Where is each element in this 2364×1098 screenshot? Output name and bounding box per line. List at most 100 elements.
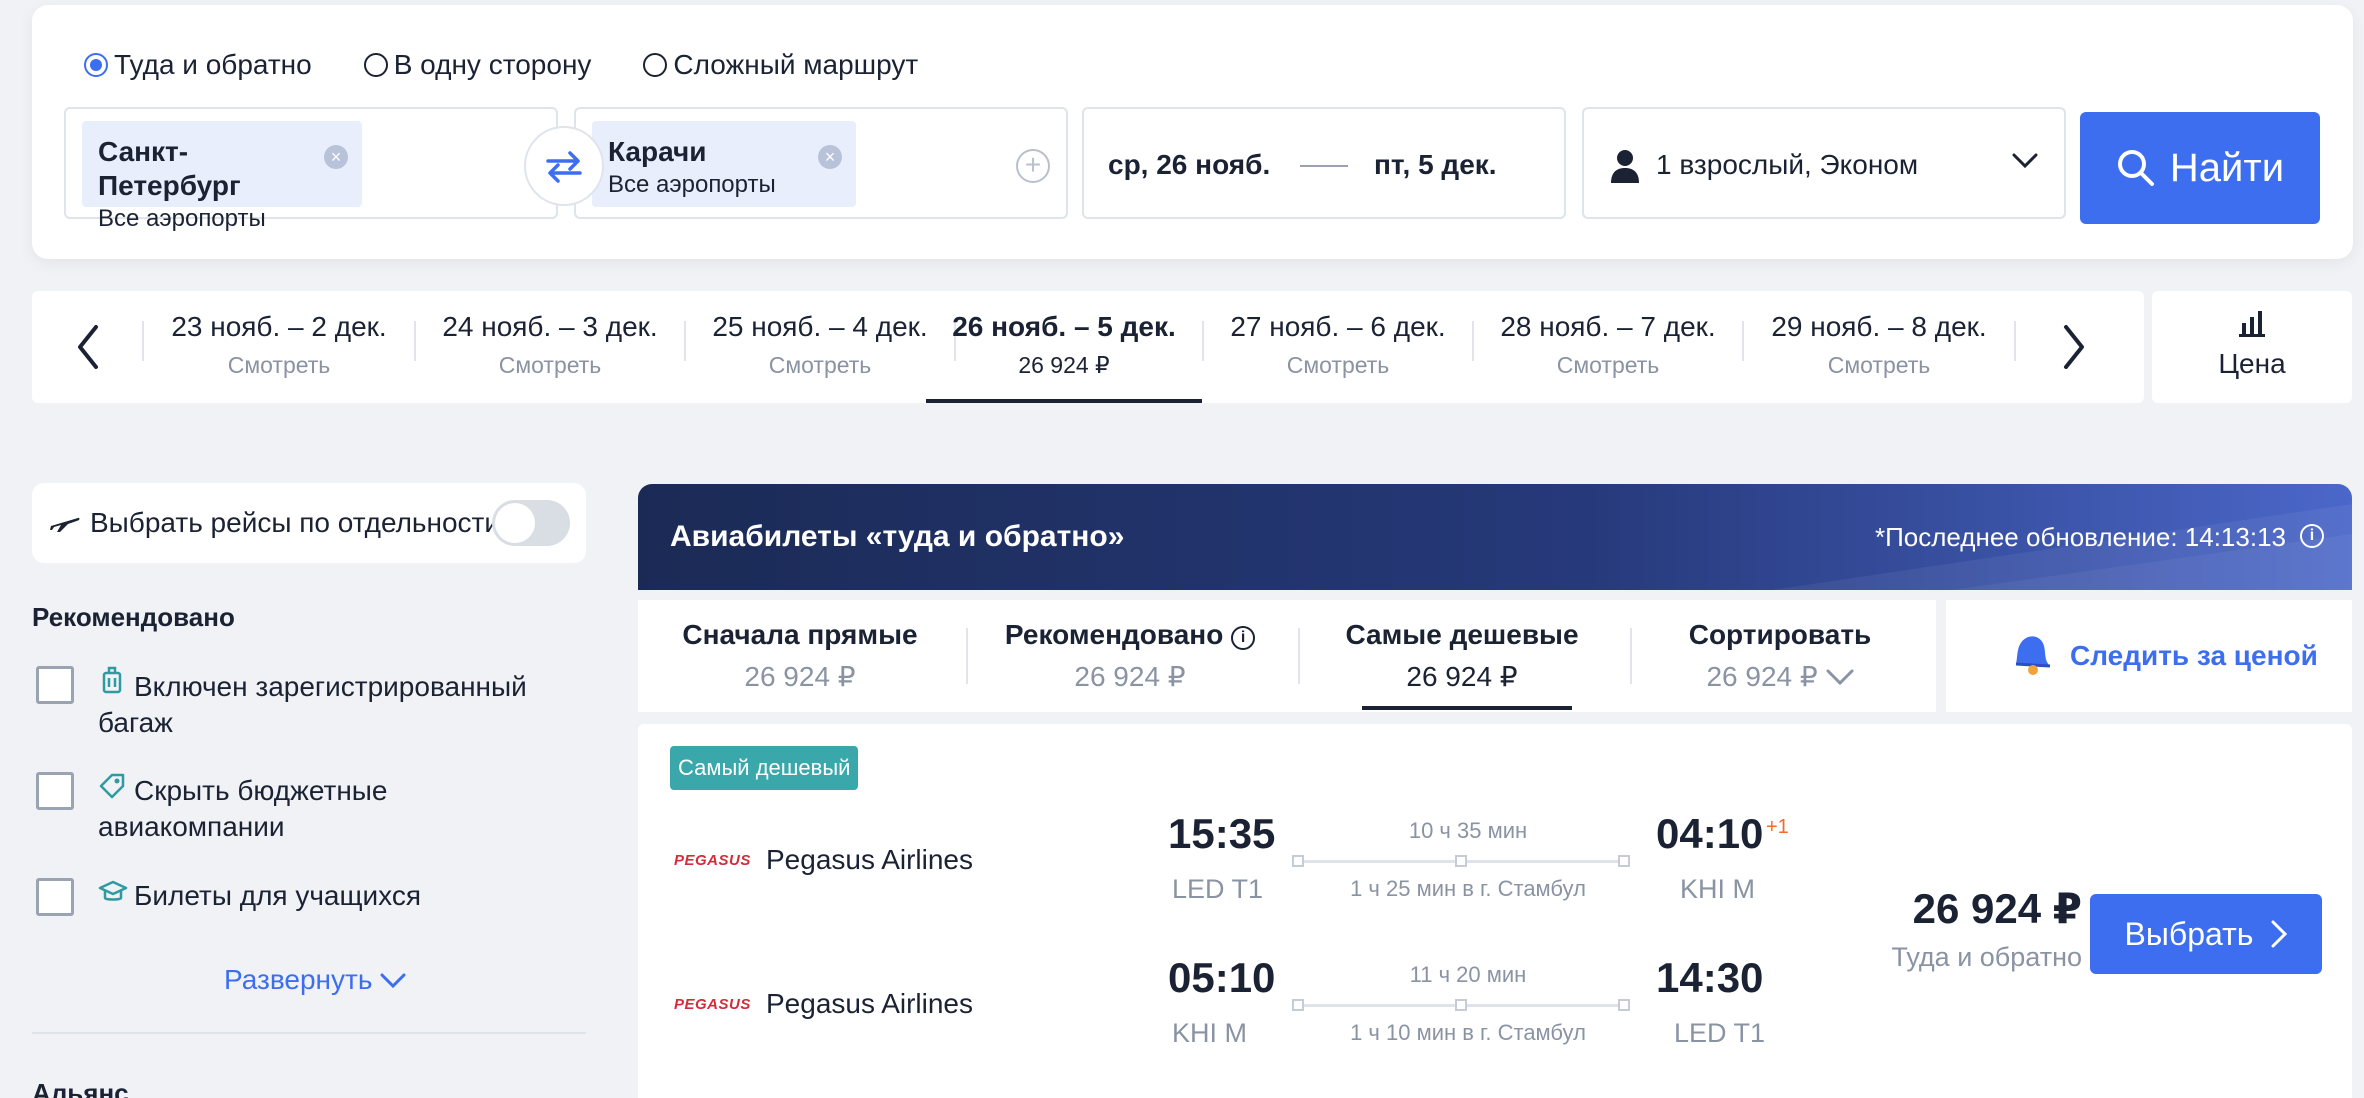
clear-origin-icon[interactable]: × (324, 145, 348, 169)
airline-name: Pegasus Airlines (766, 844, 974, 875)
trip-type-round[interactable]: Туда и обратно (84, 49, 312, 81)
chevron-right-icon (2064, 325, 2084, 369)
radio-round-trip[interactable] (84, 53, 108, 77)
arrival-time: 14:30 (1656, 954, 1764, 1001)
info-icon[interactable]: i (1231, 626, 1256, 650)
sort-cheapest[interactable]: Самые дешевые 26 924 ₽ (1300, 600, 1624, 712)
destination-city: Карачи (608, 136, 707, 167)
date-option[interactable]: 28 нояб. – 7 дек. Смотреть (1474, 291, 1742, 403)
date-separator (2014, 321, 2016, 361)
date-option[interactable]: 24 нояб. – 3 дек. Смотреть (416, 291, 684, 403)
checkbox-no-lowcost[interactable] (36, 772, 74, 810)
sort-label: Сначала прямые (682, 619, 918, 650)
trip-type-selector: Туда и обратно В одну сторону Сложный ма… (84, 49, 918, 81)
sidebar-divider (32, 1032, 586, 1034)
date-option[interactable]: 25 нояб. – 4 дек. Смотреть (686, 291, 954, 403)
find-button[interactable]: Найти (2080, 112, 2320, 224)
date-option[interactable]: 29 нояб. – 8 дек. Смотреть (1744, 291, 2014, 403)
passengers-field[interactable]: 1 взрослый, Эконом (1582, 107, 2066, 219)
expand-filters-link[interactable]: Развернуть (224, 964, 406, 996)
trip-type-label: Сложный маршрут (673, 49, 919, 80)
sort-separator (966, 628, 968, 684)
date-option[interactable]: 23 нояб. – 2 дек. Смотреть (144, 291, 414, 403)
depart-date: ср, 26 нояб. (1108, 149, 1271, 180)
search-icon (2117, 150, 2154, 186)
filter-students[interactable]: Билеты для учащихся (36, 878, 576, 916)
date-range: 23 нояб. – 2 дек. (171, 311, 387, 342)
alliance-section-title: Альянс (32, 1078, 129, 1098)
flight-duration: 11 ч 20 мин (1409, 962, 1527, 987)
sort-separator (1630, 628, 1632, 684)
date-price: Смотреть (768, 352, 872, 378)
date-price: Смотреть (498, 352, 602, 378)
sort-price: 26 924 ₽ (1074, 661, 1186, 692)
select-label: Выбрать (2124, 915, 2254, 952)
origin-chip[interactable]: Санкт-Петербург Все аэропорты × (82, 121, 362, 232)
cheapest-badge: Самый дешевый (670, 746, 859, 790)
last-update: *Последнее обновление: 14:13:13 (1874, 522, 2286, 552)
checkbox-students[interactable] (36, 878, 74, 916)
sort-label: Рекомендовано (1004, 619, 1224, 650)
pegasus-logo: PEGASUS (674, 996, 751, 1013)
prev-dates-button[interactable] (64, 321, 112, 373)
sort-recommended[interactable]: Рекомендовано i 26 924 ₽ (968, 600, 1292, 712)
person-icon (1611, 150, 1639, 183)
next-dates-button[interactable] (2050, 321, 2098, 373)
dates-field[interactable]: ср, 26 нояб. пт, 5 дек. (1082, 107, 1566, 219)
filter-no-lowcost[interactable]: Скрыть бюджетные авиакомпании (36, 772, 576, 845)
ticket-card[interactable]: Самый дешевый PEGASUS Pegasus Airlines 1… (638, 724, 2352, 1098)
separate-flights-toggle[interactable]: Выбрать рейсы по отдельности (32, 483, 586, 563)
date-range: 24 нояб. – 3 дек. (442, 311, 658, 342)
date-price: Смотреть (1286, 352, 1390, 378)
separate-flights-switch[interactable] (492, 500, 570, 546)
follow-price-button[interactable]: Следить за ценой (1946, 600, 2352, 712)
add-airport-icon[interactable]: + (1016, 149, 1050, 183)
sort-active-underline (1362, 706, 1572, 710)
plane-icon (50, 517, 80, 532)
date-price: Смотреть (1827, 352, 1931, 378)
trip-type-one-way[interactable]: В одну сторону (363, 49, 592, 81)
checkbox-baggage[interactable] (36, 666, 74, 704)
chevron-right-icon (2271, 920, 2288, 948)
find-label: Найти (2169, 145, 2285, 190)
departure-airport: KHI M (1172, 1018, 1248, 1048)
graduation-cap-icon (98, 878, 128, 914)
trip-type-multi-city[interactable]: Сложный маршрут (643, 49, 918, 81)
origin-city: Санкт-Петербург (98, 136, 241, 201)
flight-duration: 10 ч 35 мин (1408, 818, 1528, 843)
sort-price: 26 924 ₽ (744, 661, 856, 692)
info-icon[interactable]: i (2300, 524, 2324, 548)
sort-label: Самые дешевые (1345, 619, 1579, 650)
sort-dropdown[interactable]: Сортировать 26 924 ₽ (1618, 600, 1942, 712)
origin-field[interactable]: Санкт-Петербург Все аэропорты × (64, 107, 558, 232)
sort-direct-first[interactable]: Сначала прямые 26 924 ₽ (638, 600, 962, 712)
date-price: Смотреть (227, 352, 331, 378)
radio-one-way[interactable] (363, 53, 388, 77)
arrival-airport: LED T1 (1674, 1018, 1766, 1048)
luggage-icon (98, 666, 126, 705)
return-date: пт, 5 дек. (1374, 149, 1497, 180)
sort-price: 26 924 ₽ (1706, 661, 1818, 692)
select-button[interactable]: Выбрать (2090, 894, 2322, 974)
price-chart-button[interactable]: Цена (2152, 291, 2352, 403)
route-line (1292, 999, 1630, 1011)
swap-button[interactable] (524, 126, 604, 206)
destination-airports: Все аэропорты (608, 171, 776, 198)
route-line (1292, 855, 1630, 867)
pegasus-logo: PEGASUS (674, 852, 751, 869)
date-strip: 23 нояб. – 2 дек. Смотреть 24 нояб. – 3 … (32, 291, 2144, 403)
clear-destination-icon[interactable]: × (818, 145, 842, 169)
radio-multi-city[interactable] (643, 53, 668, 77)
destination-chip[interactable]: Карачи Все аэропорты × (592, 121, 856, 207)
sort-separator (1298, 628, 1300, 684)
filter-baggage[interactable]: Включен зарегистрированный багаж (36, 666, 576, 741)
trip-type-label: В одну сторону (393, 49, 592, 80)
destination-field[interactable]: Карачи Все аэропорты × + (574, 107, 1068, 219)
date-range: 26 нояб. – 5 дек. (952, 311, 1176, 342)
date-option-active[interactable]: 26 нояб. – 5 дек. 26 924 ₽ (926, 291, 1202, 403)
chevron-down-icon (380, 973, 406, 989)
date-option[interactable]: 27 нояб. – 6 дек. Смотреть (1204, 291, 1472, 403)
swap-icon (546, 151, 582, 183)
filter-label: Скрыть бюджетные авиакомпании (98, 775, 388, 842)
price-tab-label: Цена (2218, 348, 2286, 379)
